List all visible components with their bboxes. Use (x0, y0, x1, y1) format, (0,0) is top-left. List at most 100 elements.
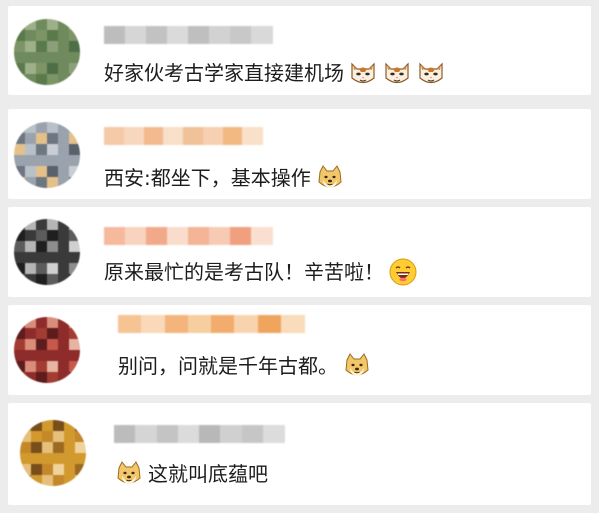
avatar-pixel (14, 133, 25, 144)
username-pixel (209, 26, 231, 44)
username-pixel (118, 315, 142, 333)
username-pixel (125, 26, 147, 44)
avatar-pixel (31, 464, 42, 475)
avatar-pixel (25, 52, 36, 63)
avatar-pixel (47, 274, 58, 285)
avatar-pixel (69, 241, 80, 252)
avatar-pixel (14, 122, 25, 133)
avatar-pixel (69, 263, 80, 274)
avatar-pixel (14, 372, 25, 383)
avatar-pixel (58, 372, 69, 383)
avatar-pixel (36, 63, 47, 74)
avatar-pixel (47, 339, 58, 350)
username-pixel (199, 425, 221, 443)
avatar-pixel (36, 274, 47, 285)
username-pixel (156, 425, 179, 443)
avatar[interactable] (14, 19, 80, 85)
avatar-pixel (58, 263, 69, 274)
avatar-pixel (69, 219, 80, 230)
username-pixel (209, 227, 231, 245)
comment-card[interactable]: 西安:都坐下，基本操作 (8, 109, 591, 199)
avatar-pixel (14, 241, 25, 252)
username-pixel (183, 127, 204, 145)
avatar-pixel (42, 475, 53, 486)
avatar-pixel (36, 219, 47, 230)
avatar[interactable] (14, 219, 80, 285)
avatar-pixel (58, 41, 69, 52)
avatar-pixel (53, 431, 64, 442)
avatar-pixel (25, 339, 36, 350)
avatar-pixel (47, 144, 58, 155)
username-blurred[interactable] (118, 315, 305, 333)
username-blurred[interactable] (104, 26, 273, 44)
avatar-pixel (58, 133, 69, 144)
avatar-pixel (47, 252, 58, 263)
avatar-pixel (36, 74, 47, 85)
avatar[interactable] (20, 420, 86, 486)
avatar-pixel (25, 252, 36, 263)
avatar-pixel (58, 317, 69, 328)
avatar-pixel (31, 431, 42, 442)
avatar-pixel (14, 166, 25, 177)
username-pixel (141, 315, 165, 333)
username-pixel (104, 227, 126, 245)
avatar-pixel (36, 122, 47, 133)
comment-card[interactable]: 好家伙考古学家直接建机场 (8, 6, 591, 95)
avatar-pixel (47, 122, 58, 133)
username-pixel (230, 26, 252, 44)
username-pixel (222, 127, 243, 145)
username-pixel (163, 127, 184, 145)
comment-text: 好家伙考古学家直接建机场 (104, 61, 344, 85)
username-pixel (257, 315, 282, 333)
avatar-pixel (14, 52, 25, 63)
avatar[interactable] (14, 317, 80, 383)
comment-card[interactable]: 这就叫底蕴吧 (8, 403, 591, 505)
comment-text: 这就叫底蕴吧 (148, 462, 268, 486)
avatar-pixel (47, 177, 58, 188)
cat-face-icon (382, 58, 412, 88)
avatar-pixel (69, 63, 80, 74)
username-pixel (114, 425, 136, 443)
avatar-pixel (58, 328, 69, 339)
username-pixel (280, 315, 305, 333)
comment-text-row: 好家伙考古学家直接建机场 (104, 58, 446, 88)
avatar-pixel (47, 63, 58, 74)
avatar-pixel (69, 350, 80, 361)
avatar-pixel (36, 230, 47, 241)
avatar-pixel (14, 317, 25, 328)
avatar-pixel (69, 372, 80, 383)
avatar-pixel (14, 19, 25, 30)
username-blurred[interactable] (104, 227, 273, 245)
avatar-pixel (53, 464, 64, 475)
avatar-pixel (69, 52, 80, 63)
avatar-pixel (36, 166, 47, 177)
comment-card[interactable]: 原来最忙的是考古队！辛苦啦！ (8, 207, 591, 297)
avatar-pixel (25, 122, 36, 133)
avatar-pixel (20, 464, 31, 475)
avatar-pixel (14, 74, 25, 85)
avatar-pixel (47, 328, 58, 339)
username-pixel (230, 227, 252, 245)
avatar-pixel (25, 63, 36, 74)
avatar-pixel (14, 263, 25, 274)
avatar-pixel (14, 177, 25, 188)
avatar-pixel (36, 317, 47, 328)
username-pixel (188, 227, 210, 245)
avatar-pixel (47, 263, 58, 274)
avatar[interactable] (14, 122, 80, 188)
avatar-pixel (25, 328, 36, 339)
comment-card[interactable]: 别问，问就是千年古都。 (8, 305, 591, 395)
avatar-pixel (53, 475, 64, 486)
comment-text: 西安:都坐下，基本操作 (104, 166, 311, 190)
avatar-pixel (14, 30, 25, 41)
avatar-pixel (58, 241, 69, 252)
avatar-pixel (58, 52, 69, 63)
cat-face-icon (348, 58, 378, 88)
avatar-pixel (69, 339, 80, 350)
avatar-pixel (58, 122, 69, 133)
avatar-pixel (25, 274, 36, 285)
avatar-pixel (36, 133, 47, 144)
comment-list: 好家伙考古学家直接建机场 西安:都坐下，基本操作 原来最忙的是考古队！辛苦啦！ (0, 0, 599, 513)
username-blurred[interactable] (114, 425, 285, 443)
username-blurred[interactable] (104, 127, 263, 145)
